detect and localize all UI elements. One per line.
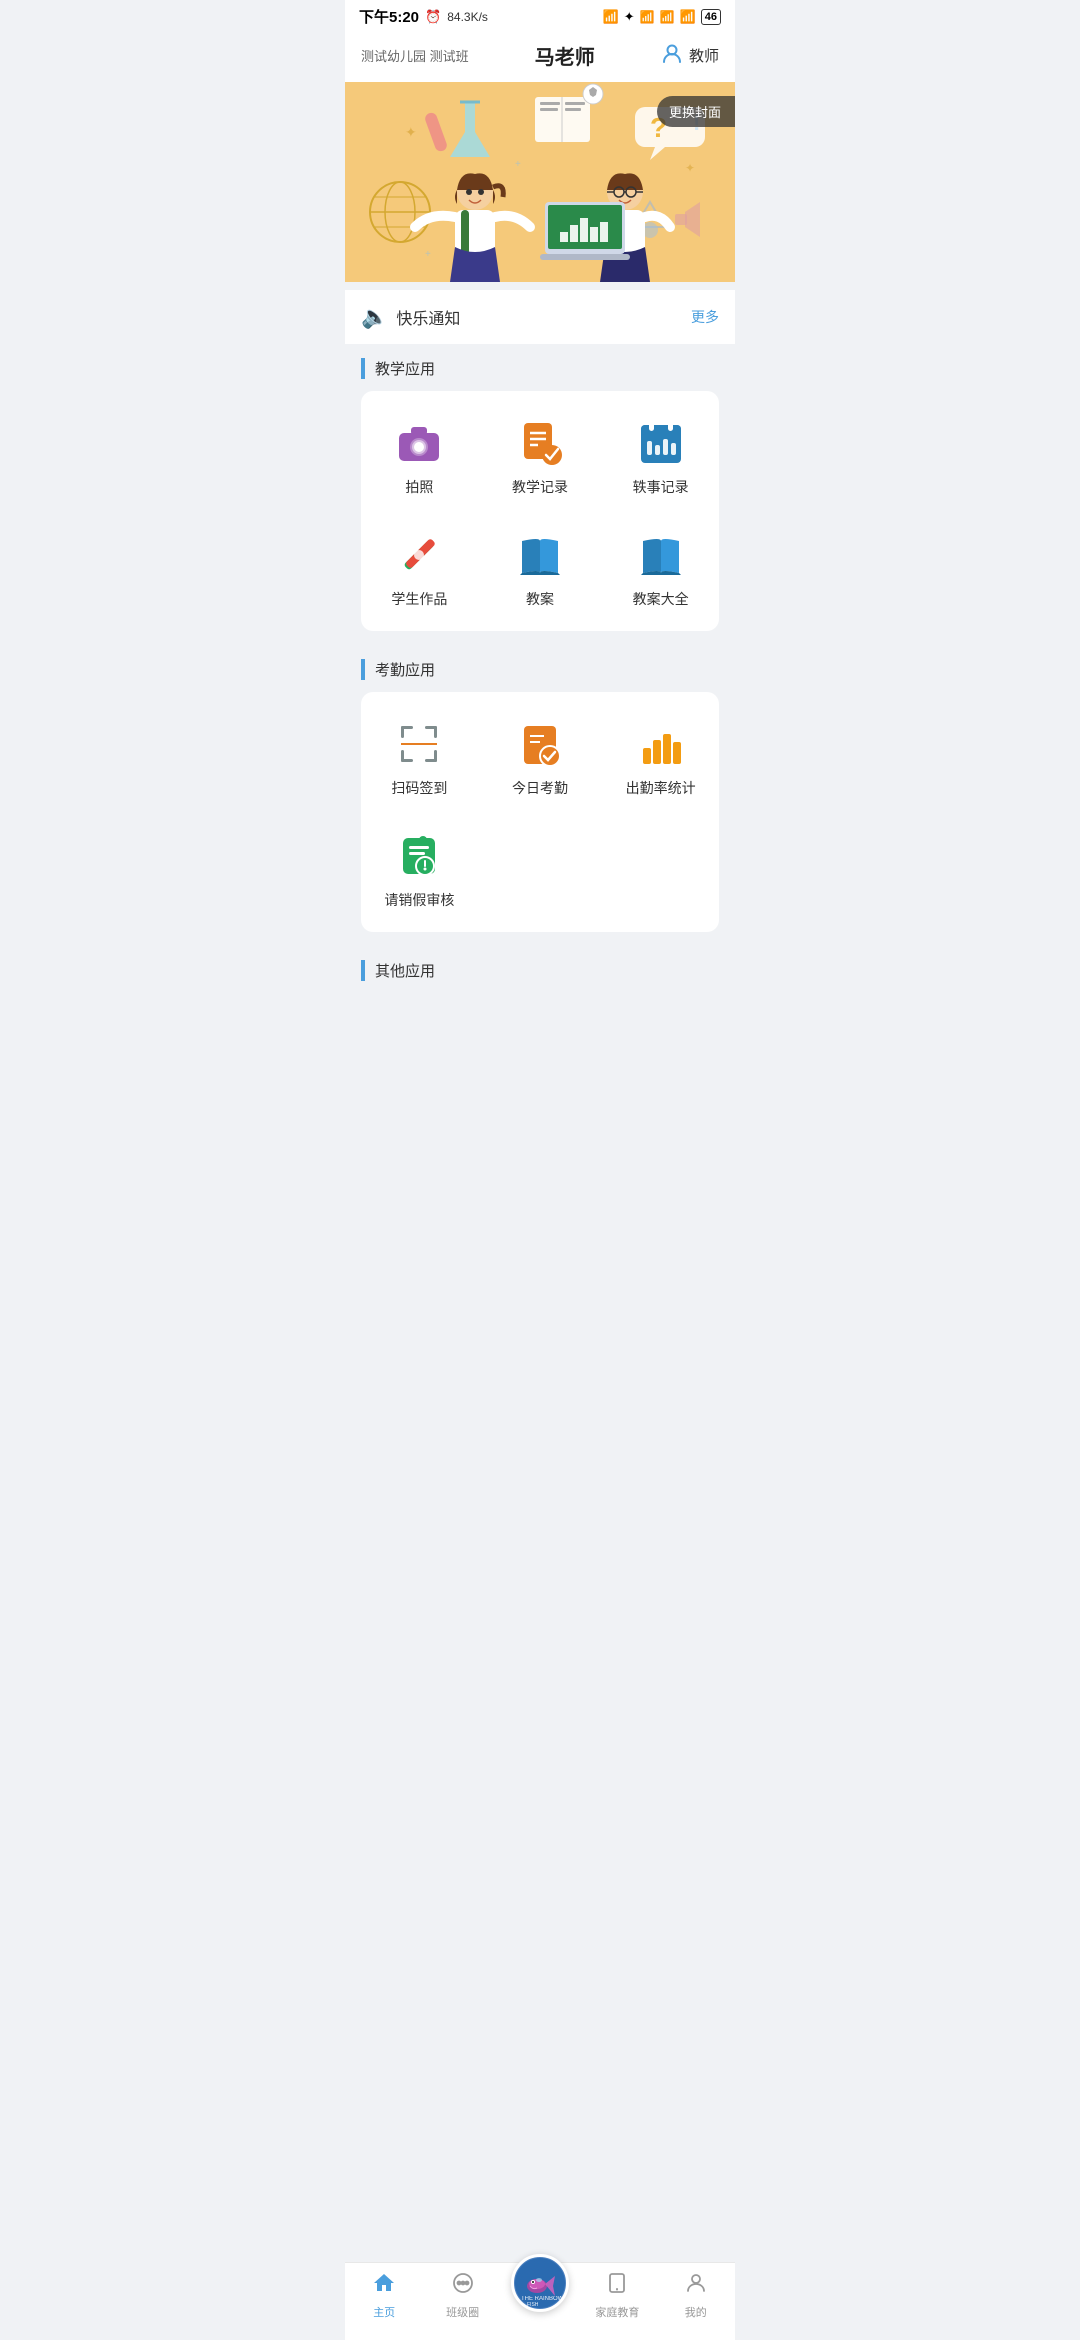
tab-bar: 主页 班级圈 THE RAINBOW [345,2262,735,2340]
banner: ? ! ♪ ♫ [345,82,735,282]
header: 测试幼儿园 测试班 马老师 教师 [345,31,735,82]
book-icon [514,529,566,581]
battery-indicator: 46 [701,9,721,25]
teacher-avatar-icon [661,42,683,70]
lesson-plan-all-label: 教案大全 [633,589,689,609]
teaching-section-title: 教学应用 [361,358,719,379]
attend-icon [514,718,566,770]
teaching-app-card: 拍照 教学记录 [361,391,719,631]
other-section: 其他应用 [345,946,735,999]
attendance-app-card: 扫码签到 今日考勤 [361,692,719,932]
svg-text:+: + [425,249,431,260]
svg-text:✦: ✦ [405,124,417,140]
notify-more-button[interactable]: 更多 [691,307,719,327]
svg-text:+: + [515,159,521,170]
scan-checkin-label: 扫码签到 [391,778,447,798]
student-works-label: 学生作品 [391,589,447,609]
header-right: 教师 [661,42,719,70]
app-scan-checkin[interactable]: 扫码签到 [361,702,478,810]
signal-icon: 📶 [640,10,655,24]
teacher-role-label: 教师 [689,45,719,66]
app-student-works[interactable]: 学生作品 [361,513,478,621]
scan-icon [393,718,445,770]
home-icon [372,2271,396,2301]
school-class-label: 测试幼儿园 测试班 [361,46,469,65]
app-attend-stats[interactable]: 出勤率统计 [602,702,719,810]
alarm-icon: ⏰ [425,9,441,25]
rainbow-fish-icon: THE RAINBOW FISH [511,2254,569,2312]
teaching-app-grid: 拍照 教学记录 [361,401,719,621]
speaker-icon: 🔈 [361,304,388,330]
art-icon [393,529,445,581]
tab-class-circle-label: 班级圈 [446,2304,479,2320]
app-lesson-plan[interactable]: 教案 [482,513,599,621]
teacher-name: 马老师 [535,41,595,70]
hotspot-icon: 📶 [680,9,696,25]
notify-label: 快乐通知 [396,305,460,329]
bluetooth-icon: ✦ [624,9,635,25]
status-bar: 下午5:20 ⏰ 84.3K/s 📶 ✦ 📶 📶 📶 46 [345,0,735,31]
teaching-section: 教学应用 拍照 [345,344,735,645]
change-cover-button[interactable]: 更换封面 [657,96,735,127]
photo-label: 拍照 [405,477,433,497]
tab-home-label: 主页 [373,2304,395,2320]
wifi-icon: 📶 [603,9,619,25]
teach-record-label: 教学记录 [512,477,568,497]
app-event-record[interactable]: 轶事记录 [602,401,719,509]
status-time: 下午5:20 [359,6,419,27]
app-photo[interactable]: 拍照 [361,401,478,509]
tablet-icon [605,2271,629,2301]
app-leave-review[interactable]: 请销假审核 [361,814,478,922]
event-record-label: 轶事记录 [633,477,689,497]
lesson-plan-label: 教案 [526,589,554,609]
books-icon [635,529,687,581]
status-speed: 84.3K/s [447,10,488,24]
attendance-app-grid: 扫码签到 今日考勤 [361,702,719,922]
attendance-section: 考勤应用 [345,645,735,946]
app-lesson-plan-all[interactable]: 教案大全 [602,513,719,621]
note-icon [514,417,566,469]
tab-family-edu[interactable]: 家庭教育 [587,2271,647,2320]
app-teach-record[interactable]: 教学记录 [482,401,599,509]
leave-review-label: 请销假审核 [384,890,454,910]
chat-icon [451,2271,475,2301]
tab-home[interactable]: 主页 [354,2271,414,2320]
attend-stats-label: 出勤率统计 [626,778,696,798]
user-icon [684,2271,708,2301]
app-today-attend[interactable]: 今日考勤 [482,702,599,810]
svg-text:✦: ✦ [685,161,695,175]
stats-icon [635,718,687,770]
other-section-title: 其他应用 [361,960,719,981]
chart-cal-icon [635,417,687,469]
tab-mine-label: 我的 [685,2304,707,2320]
leave-icon [393,830,445,882]
attendance-section-title: 考勤应用 [361,659,719,680]
tab-family-edu-label: 家庭教育 [595,2304,639,2320]
tab-mine[interactable]: 我的 [666,2271,726,2320]
tab-rainbow[interactable]: THE RAINBOW FISH [511,2254,569,2317]
tab-class-circle[interactable]: 班级圈 [433,2271,493,2320]
notification-bar: 🔈 快乐通知 更多 [345,290,735,344]
svg-text:FISH: FISH [527,2302,539,2308]
signal2-icon: 📶 [660,10,675,24]
camera-icon [393,417,445,469]
today-attend-label: 今日考勤 [512,778,568,798]
